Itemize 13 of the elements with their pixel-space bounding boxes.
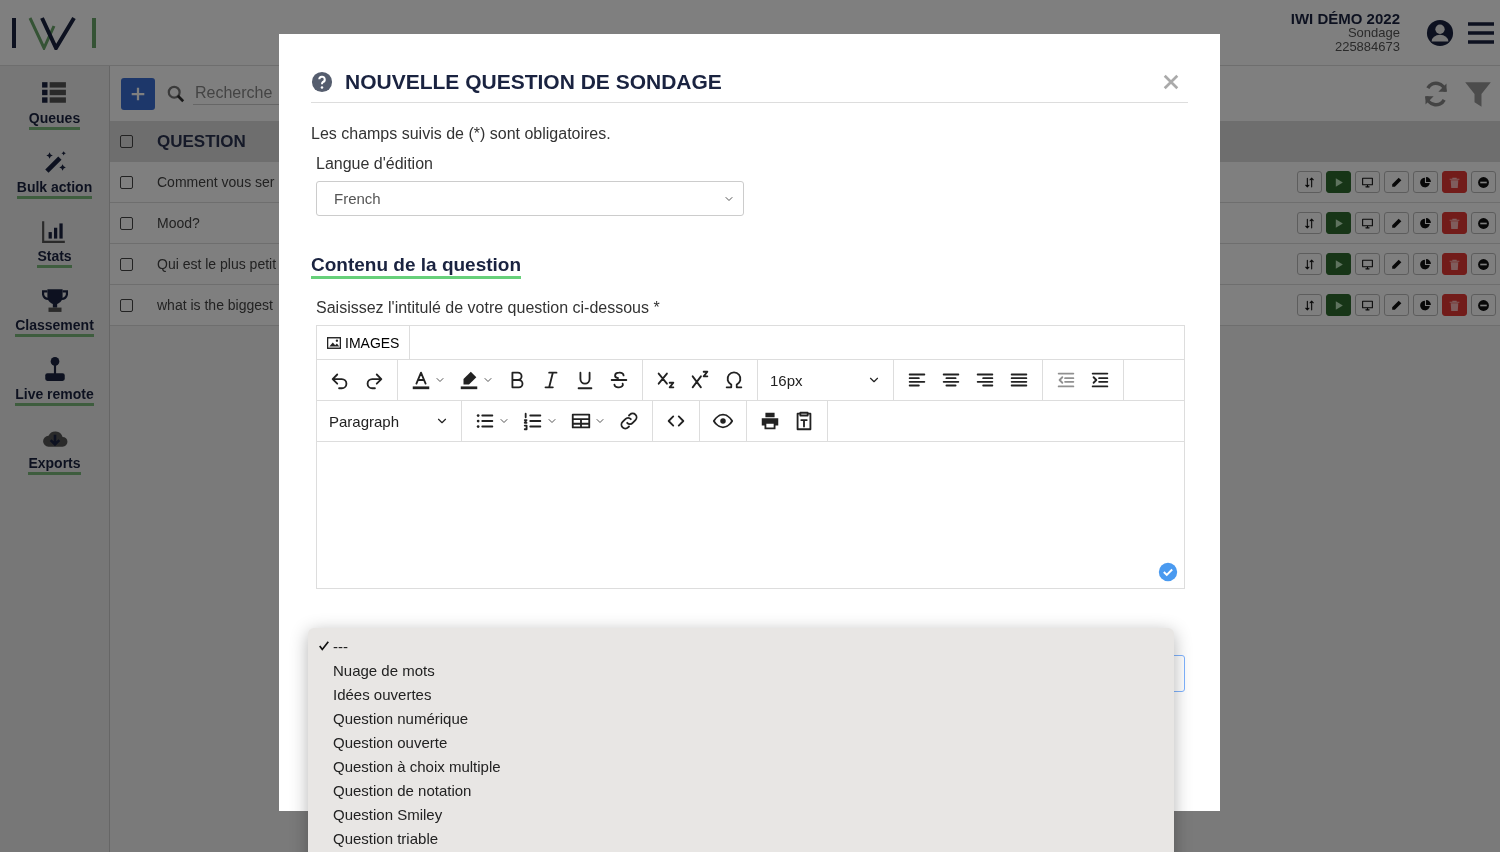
table-cell: Comment vous ser xyxy=(157,174,275,190)
module-name: Sondage xyxy=(1347,25,1400,40)
required-note: Les champs suivis de (*) sont obligatoires. xyxy=(311,125,611,143)
account-code: 225884673 xyxy=(1334,39,1400,54)
column-header: QUESTION xyxy=(157,131,246,152)
section-title: Contenu de la question xyxy=(311,254,522,279)
table-cell: Qui est le plus petit xyxy=(157,256,277,272)
table-cell: what is the biggest xyxy=(157,297,273,313)
modal-title: NOUVELLE QUESTION DE SONDAGE xyxy=(345,70,722,94)
account-name: IWI DÉMO 2022 xyxy=(1290,11,1400,26)
field-label: Saisissez l'intitulé de votre question ci-dessous * xyxy=(316,299,660,317)
table-cell: Mood? xyxy=(157,215,200,231)
field-label: Langue d'édition xyxy=(316,155,433,173)
